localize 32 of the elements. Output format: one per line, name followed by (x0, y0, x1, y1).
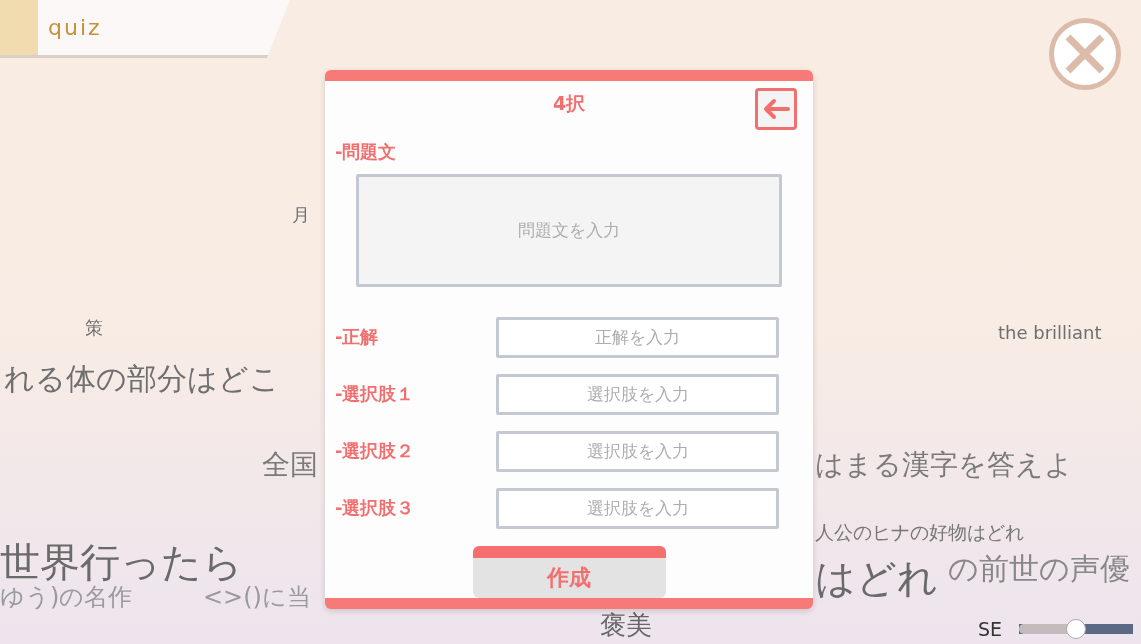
volume-label: SE (978, 618, 1003, 640)
floating-word: ゆう)の名作 (0, 584, 133, 611)
floating-word: <>()に当 (203, 584, 311, 611)
floating-word: の前世の声優 (948, 552, 1130, 585)
input-field[interactable]: 選択肢を入力 (496, 373, 779, 415)
close-icon (1063, 32, 1107, 76)
tab-marker (0, 0, 38, 55)
floating-word: 人公のヒナの好物はどれ (815, 522, 1024, 543)
floating-word: 褒美 (600, 611, 652, 640)
slider-thumb[interactable] (1066, 619, 1087, 639)
floating-word: the brilliant (998, 323, 1102, 343)
floating-word: れる体の部分はどこ (4, 362, 280, 395)
dialog-title: 4択 (552, 91, 586, 115)
field-label: -問題文 (335, 140, 398, 165)
back-arrow-icon (762, 98, 790, 120)
input-field[interactable]: 選択肢を入力 (496, 487, 779, 529)
field-label: -選択肢３ (335, 497, 415, 518)
floating-word: 月 (292, 205, 310, 225)
field-label: -正解 (335, 326, 379, 347)
field-label: -選択肢１ (335, 383, 415, 404)
question-field[interactable]: 問題文を入力 (356, 174, 782, 287)
floating-word: はまる漢字を答えよ (815, 450, 1073, 481)
field-label: -選択肢２ (335, 440, 415, 461)
floating-word: 世界行ったら (0, 540, 243, 584)
input-field[interactable]: 正解を入力 (496, 316, 779, 358)
create-button[interactable]: 作成 (472, 545, 666, 598)
header-title: quiz (48, 15, 102, 40)
input-field[interactable]: 選択肢を入力 (496, 430, 779, 472)
back-button[interactable] (755, 88, 797, 130)
floating-word: 全国 (262, 450, 318, 481)
floating-word: 策 (85, 318, 103, 338)
floating-word: はどれ (815, 556, 938, 600)
